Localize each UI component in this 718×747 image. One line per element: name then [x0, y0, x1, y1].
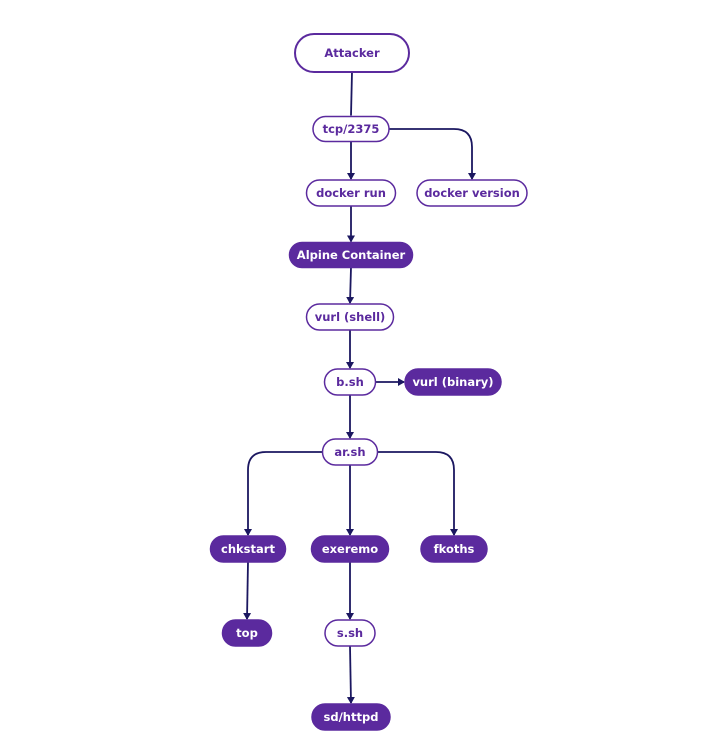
- node-bsh: b.sh: [323, 368, 377, 396]
- node-vurl-binary: vurl (binary): [404, 368, 502, 396]
- node-label: docker version: [424, 186, 520, 200]
- node-alpine: Alpine Container: [288, 241, 414, 269]
- node-label: vurl (binary): [412, 375, 493, 389]
- edge-tcp-to-docker-version: [389, 128, 476, 180]
- node-exeremo: exeremo: [310, 535, 390, 563]
- node-label: chkstart: [221, 542, 275, 556]
- attack-flow-diagram: Attacker tcp/2375 docker run docker version…: [209, 33, 528, 731]
- node-label: fkoths: [434, 542, 475, 556]
- node-sdhttpd: sd/httpd: [311, 703, 391, 731]
- node-tcp: tcp/2375: [312, 115, 390, 143]
- node-top: top: [221, 619, 273, 647]
- node-vurl-shell: vurl (shell): [305, 303, 395, 331]
- node-label: exeremo: [322, 542, 378, 556]
- node-label: docker run: [316, 186, 386, 200]
- node-label: top: [236, 626, 258, 640]
- edge-ssh-to-sdhttpd: [346, 645, 355, 704]
- node-label: Alpine Container: [297, 248, 406, 262]
- node-docker-run: docker run: [305, 179, 397, 207]
- node-label: ar.sh: [334, 445, 365, 459]
- node-label: b.sh: [336, 375, 364, 389]
- node-label: tcp/2375: [323, 122, 380, 136]
- node-ssh: s.sh: [324, 619, 376, 647]
- edge-chkstart-to-top: [243, 561, 252, 620]
- node-docker-version: docker version: [416, 179, 528, 207]
- node-label: s.sh: [337, 626, 363, 640]
- node-arsh: ar.sh: [321, 438, 379, 466]
- node-label: sd/httpd: [324, 710, 379, 724]
- node-label: vurl (shell): [315, 310, 386, 324]
- edge-attacker-to-tcp: [350, 71, 353, 116]
- edge-arsh-to-fkoths: [377, 451, 458, 536]
- node-attacker: Attacker: [294, 33, 410, 73]
- edge-alpine-to-vurl-shell: [346, 267, 355, 304]
- node-chkstart: chkstart: [209, 535, 287, 563]
- edge-arsh-to-chkstart: [244, 451, 323, 536]
- node-label: Attacker: [324, 46, 380, 60]
- node-fkoths: fkoths: [420, 535, 488, 563]
